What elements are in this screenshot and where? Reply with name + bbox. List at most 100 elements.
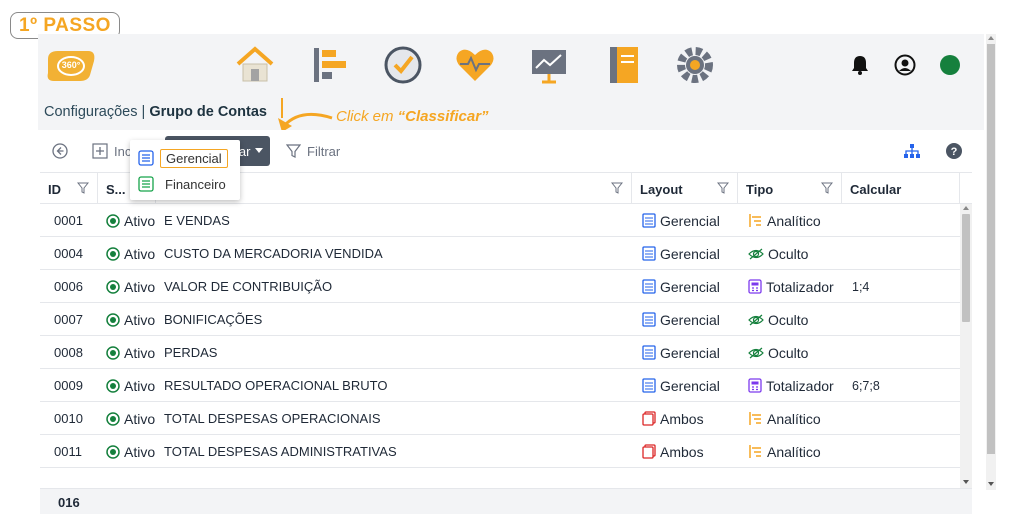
layout-label: Gerencial — [660, 344, 720, 361]
cell-layout: Gerencial — [642, 204, 742, 237]
annotation-text: Click em “Classificar” — [336, 108, 489, 125]
bell-icon[interactable] — [849, 54, 871, 76]
cell-calcular: 1;4 — [852, 279, 870, 294]
header-calcular[interactable]: Calcular — [842, 173, 960, 205]
column-filter-icon[interactable] — [611, 182, 623, 194]
active-status-icon — [106, 378, 120, 393]
active-status-icon — [106, 444, 120, 459]
layout-gerencial-icon — [642, 312, 656, 327]
help-icon: ? — [946, 143, 962, 159]
column-filter-icon[interactable] — [77, 182, 89, 194]
table-row[interactable]: 0001 Ativo E VENDAS Gerencial Analítico — [40, 204, 962, 237]
cell-id: 0011 — [54, 444, 82, 459]
breadcrumb-parent[interactable]: Configurações — [44, 104, 138, 120]
cell-descricao: BONIFICAÇÕES — [164, 312, 263, 327]
tipo-oculto-icon — [748, 248, 764, 259]
filter-icon — [286, 143, 301, 158]
chart-board-icon[interactable] — [528, 44, 570, 86]
status-label: Ativo — [124, 377, 156, 394]
heart-pulse-icon[interactable] — [454, 44, 496, 86]
table-row[interactable]: 0009 Ativo RESULTADO OPERACIONAL BRUTO Gere… — [40, 369, 962, 402]
classificar-dropdown: Gerencial Financeiro — [130, 140, 240, 200]
back-icon — [52, 143, 68, 159]
scroll-up-icon[interactable] — [963, 206, 969, 210]
page-scrollbar[interactable] — [986, 34, 996, 490]
cell-status: Ativo — [106, 435, 164, 468]
tipo-label: Oculto — [768, 311, 809, 328]
tipo-label: Totalizador — [766, 278, 834, 295]
sitemap-button[interactable] — [904, 140, 920, 162]
cell-calcular — [852, 435, 952, 468]
column-filter-icon[interactable] — [717, 182, 729, 194]
home-icon[interactable] — [234, 44, 276, 86]
dropdown-item-label: Gerencial — [160, 148, 228, 168]
page-scroll-thumb[interactable] — [987, 44, 995, 454]
header-calcular-label: Calcular — [850, 181, 902, 197]
cell-status: Ativo — [106, 270, 164, 303]
tipo-label: Analítico — [767, 410, 821, 427]
logo-text: 360° — [62, 60, 81, 70]
app-logo[interactable]: 360° — [44, 47, 98, 83]
table-scrollbar[interactable] — [960, 204, 972, 488]
active-status-icon — [106, 411, 120, 426]
table-row[interactable]: 0006 Ativo VALOR DE CONTRIBUIÇÃO Gerencial T… — [40, 270, 962, 303]
header-layout[interactable]: Layout — [632, 173, 738, 205]
status-label: Ativo — [124, 443, 156, 460]
header-situacao-label: S... — [106, 181, 126, 197]
help-button[interactable]: ? — [946, 140, 962, 162]
user-circle-icon[interactable] — [894, 54, 916, 76]
page-scroll-down-icon[interactable] — [988, 482, 994, 486]
layout-label: Ambos — [660, 443, 704, 460]
back-button[interactable] — [52, 140, 68, 162]
clock-check-icon[interactable] — [382, 44, 424, 86]
cell-layout: Gerencial — [642, 237, 742, 270]
cell-id: 0007 — [54, 312, 83, 327]
table-row[interactable]: 0007 Ativo BONIFICAÇÕES Gerencial Oculto — [40, 303, 962, 336]
tipo-analitico-icon — [749, 412, 761, 425]
cell-calcular — [852, 237, 952, 270]
table-row[interactable]: 0010 Ativo TOTAL DESPESAS OPERACIONAIS Ambo… — [40, 402, 962, 435]
scroll-down-icon[interactable] — [963, 480, 969, 484]
header-id-label: ID — [48, 181, 61, 197]
table-scroll-thumb[interactable] — [962, 214, 970, 322]
tipo-label: Oculto — [768, 344, 809, 361]
dropdown-item-gerencial[interactable]: Gerencial — [138, 148, 228, 168]
sitemap-icon — [904, 144, 920, 158]
layout-gerencial-icon — [642, 246, 656, 261]
cell-descricao: TOTAL DESPESAS OPERACIONAIS — [164, 411, 381, 426]
header-layout-label: Layout — [640, 181, 683, 197]
layout-gerencial-icon — [642, 378, 656, 393]
layout-gerencial-icon — [642, 213, 656, 228]
hierarchy-icon[interactable] — [308, 44, 350, 86]
page-scroll-up-icon[interactable] — [988, 36, 994, 40]
cell-tipo: Analítico — [748, 435, 852, 468]
cell-calcular — [852, 204, 952, 237]
header-tipo[interactable]: Tipo — [738, 173, 842, 205]
table-row[interactable]: 0008 Ativo PERDAS Gerencial Oculto — [40, 336, 962, 369]
cell-tipo: Oculto — [748, 336, 852, 369]
layout-label: Gerencial — [660, 212, 720, 229]
column-filter-icon[interactable] — [821, 182, 833, 194]
tipo-label: Oculto — [768, 245, 809, 262]
table-row[interactable]: 0011 Ativo TOTAL DESPESAS ADMINISTRATIVAS A… — [40, 435, 962, 468]
active-status-icon — [106, 345, 120, 360]
tipo-oculto-icon — [748, 314, 764, 325]
breadcrumb-separator: | — [141, 104, 146, 120]
tipo-label: Totalizador — [766, 377, 834, 394]
notebook-icon[interactable] — [602, 44, 644, 86]
cell-descricao: VALOR DE CONTRIBUIÇÃO — [164, 279, 333, 294]
cell-id: 0008 — [54, 345, 83, 360]
cell-id: 0006 — [54, 279, 83, 294]
filtrar-button[interactable]: Filtrar — [286, 140, 340, 162]
header-id[interactable]: ID — [40, 173, 98, 205]
cell-tipo: Oculto — [748, 303, 852, 336]
list-green-icon — [138, 176, 154, 192]
gear-icon[interactable] — [674, 44, 716, 86]
cell-id: 0009 — [54, 378, 83, 393]
cell-status: Ativo — [106, 204, 164, 237]
dropdown-item-financeiro[interactable]: Financeiro — [138, 174, 231, 194]
table-row[interactable]: 0004 Ativo CUSTO DA MERCADORIA VENDIDA Gere… — [40, 237, 962, 270]
cell-layout: Gerencial — [642, 270, 742, 303]
status-label: Ativo — [124, 212, 156, 229]
table-footer: 016 — [40, 488, 972, 514]
